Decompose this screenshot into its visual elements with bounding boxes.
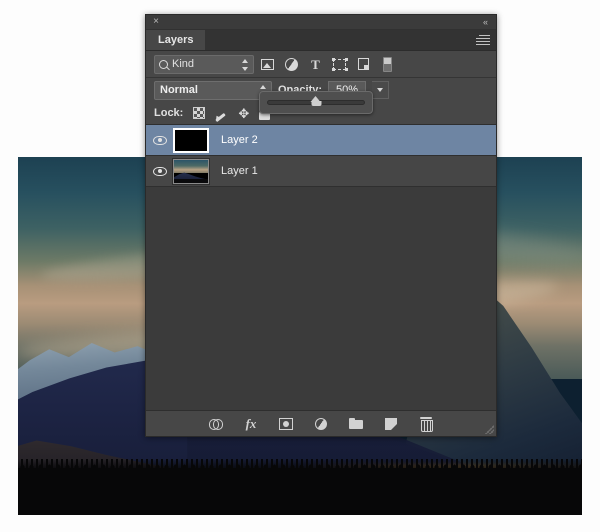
photo-treeline [18, 468, 582, 515]
eye-icon [153, 136, 167, 145]
panel-resize-grip[interactable] [484, 424, 494, 434]
blend-mode-value: Normal [160, 84, 198, 96]
opacity-dropdown-icon[interactable] [372, 81, 389, 99]
layers-panel-footer: fx [146, 410, 496, 436]
pixel-filter-icon[interactable] [257, 55, 278, 74]
eye-icon [153, 167, 167, 176]
panel-tabbar: Layers [146, 30, 496, 51]
opacity-slider-popup[interactable] [259, 91, 373, 114]
layer-name-label: Layer 1 [221, 165, 258, 177]
layer-mask-icon[interactable] [278, 415, 295, 432]
layers-panel: × « Layers Kind T No [145, 14, 497, 437]
link-layers-icon[interactable] [208, 415, 225, 432]
layer-visibility-toggle[interactable] [146, 136, 173, 145]
panel-menu-icon[interactable] [476, 35, 490, 46]
layer-thumbnail[interactable] [173, 128, 209, 153]
opacity-slider-track[interactable] [267, 100, 365, 105]
lock-image-icon[interactable] [214, 107, 228, 120]
smart-object-filter-icon[interactable] [353, 55, 374, 74]
new-group-icon[interactable] [348, 415, 365, 432]
chevron-updown-icon [242, 59, 249, 71]
search-icon [159, 60, 168, 69]
filter-kind-label: Kind [172, 58, 194, 70]
layer-list: Layer 2 Layer 1 [146, 125, 496, 410]
layer-row-layer-2[interactable]: Layer 2 [146, 125, 496, 156]
filter-kind-select[interactable]: Kind [154, 55, 254, 74]
layer-thumbnail[interactable] [173, 159, 209, 184]
layer-row-layer-1[interactable]: Layer 1 [146, 156, 496, 187]
panel-titlebar: × « [146, 15, 496, 30]
tab-layers[interactable]: Layers [146, 30, 205, 50]
close-icon[interactable]: × [151, 17, 161, 27]
blend-mode-select[interactable]: Normal [154, 81, 272, 100]
opacity-slider-handle[interactable] [311, 96, 322, 107]
layer-visibility-toggle[interactable] [146, 167, 173, 176]
tab-layers-label: Layers [158, 34, 193, 46]
shape-filter-icon[interactable] [329, 55, 350, 74]
lock-position-icon[interactable]: ✥ [237, 107, 250, 120]
layer-name-label: Layer 2 [221, 134, 258, 146]
new-adjustment-layer-icon[interactable] [313, 415, 330, 432]
type-filter-icon[interactable]: T [305, 55, 326, 74]
adjustment-filter-icon[interactable] [281, 55, 302, 74]
filter-toggle-icon[interactable] [377, 55, 398, 74]
lock-label: Lock: [154, 107, 183, 119]
lock-transparency-icon[interactable] [193, 107, 205, 119]
layer-filter-row: Kind T [146, 51, 496, 78]
app-root: × « Layers Kind T No [0, 0, 600, 532]
layer-style-icon[interactable]: fx [243, 415, 260, 432]
new-layer-icon[interactable] [383, 415, 400, 432]
collapse-panel-icon[interactable]: « [479, 17, 491, 27]
delete-layer-icon[interactable] [418, 415, 435, 432]
